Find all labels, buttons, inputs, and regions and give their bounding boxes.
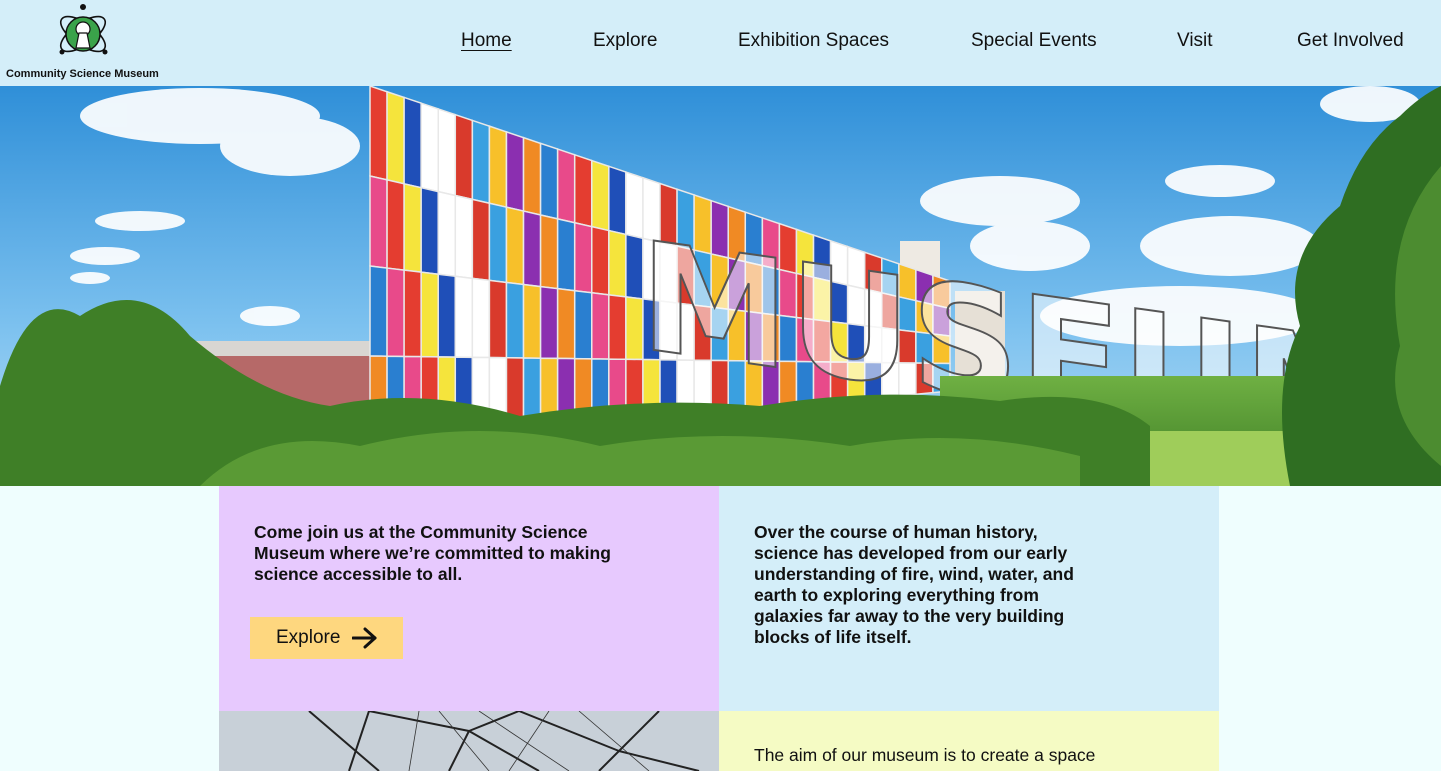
facade-tile: [420, 271, 439, 358]
museum-building-photo: MUSEUM: [0, 86, 1441, 486]
facade-tile: [386, 178, 405, 271]
facade-tile: [437, 273, 457, 358]
facade-tile: [522, 210, 542, 288]
aim-text: The aim of our museum is to create a spa…: [754, 745, 1096, 765]
nav-visit[interactable]: Visit: [1177, 30, 1213, 52]
arrow-right-icon: [352, 627, 377, 649]
facade-tile: [454, 113, 474, 201]
geometric-structure-image: [219, 711, 719, 771]
facade-tile: [539, 214, 559, 290]
facade-tile: [471, 198, 491, 282]
history-text: Over the course of human history, scienc…: [754, 522, 1074, 647]
nav-home[interactable]: Home: [461, 30, 512, 52]
site-header: Community Science Museum Home Explore Ex…: [0, 0, 1441, 86]
facade-tile: [386, 267, 405, 358]
facade-tile: [591, 159, 610, 232]
facade-tile: [539, 285, 559, 360]
facade-tile: [471, 119, 491, 205]
facade-tile: [369, 86, 388, 181]
facade-tile: [608, 165, 627, 236]
facade-tile: [488, 202, 508, 284]
facade-tile: [488, 125, 508, 209]
nav-explore[interactable]: Explore: [593, 30, 657, 52]
site-logo[interactable]: Community Science Museum: [4, 2, 164, 82]
facade-tile: [420, 186, 439, 276]
facade-tile: [420, 102, 439, 193]
facade-tile: [573, 153, 593, 228]
facade-tile: [522, 136, 542, 216]
facade-tile: [591, 291, 610, 360]
explore-button[interactable]: Explore: [250, 617, 403, 659]
facade-tile: [454, 194, 474, 280]
facade-tile: [403, 182, 422, 274]
facade-tile: [488, 279, 508, 359]
facade-tile: [608, 293, 627, 361]
nav-get-involved[interactable]: Get Involved: [1297, 30, 1404, 52]
facade-tile: [403, 269, 422, 358]
facade-tile: [403, 96, 422, 189]
facade-tile: [505, 281, 525, 359]
facade-tile: [608, 229, 627, 298]
nav-exhibition-spaces[interactable]: Exhibition Spaces: [738, 30, 889, 52]
facade-tile: [437, 190, 457, 278]
nav-special-events[interactable]: Special Events: [971, 30, 1097, 52]
facade-tile: [505, 130, 525, 213]
facade-tile: [556, 148, 576, 224]
facade-tile: [539, 142, 559, 220]
facade-tile: [369, 265, 388, 357]
facade-tile: [556, 217, 576, 292]
facade-tile: [386, 90, 405, 185]
intro-text: Come join us at the Community Science Mu…: [254, 522, 611, 584]
explore-button-label: Explore: [276, 627, 341, 648]
facade-tile: [471, 277, 491, 359]
facade-tile: [573, 221, 593, 294]
facade-tile: [573, 289, 593, 360]
atom-logo-icon: [59, 4, 108, 55]
facade-tile: [454, 275, 474, 359]
facade-tile: [369, 175, 388, 269]
intro-panel: [219, 486, 719, 711]
logo-text: Community Science Museum: [6, 68, 159, 80]
facade-tile: [437, 107, 457, 197]
facade-tile: [591, 225, 610, 296]
facade-tile: [522, 283, 542, 359]
facade-tile: [556, 287, 576, 360]
structure-photo: [219, 711, 719, 771]
facade-tile: [505, 206, 525, 286]
hero-image: MUSEUM: [0, 86, 1441, 486]
